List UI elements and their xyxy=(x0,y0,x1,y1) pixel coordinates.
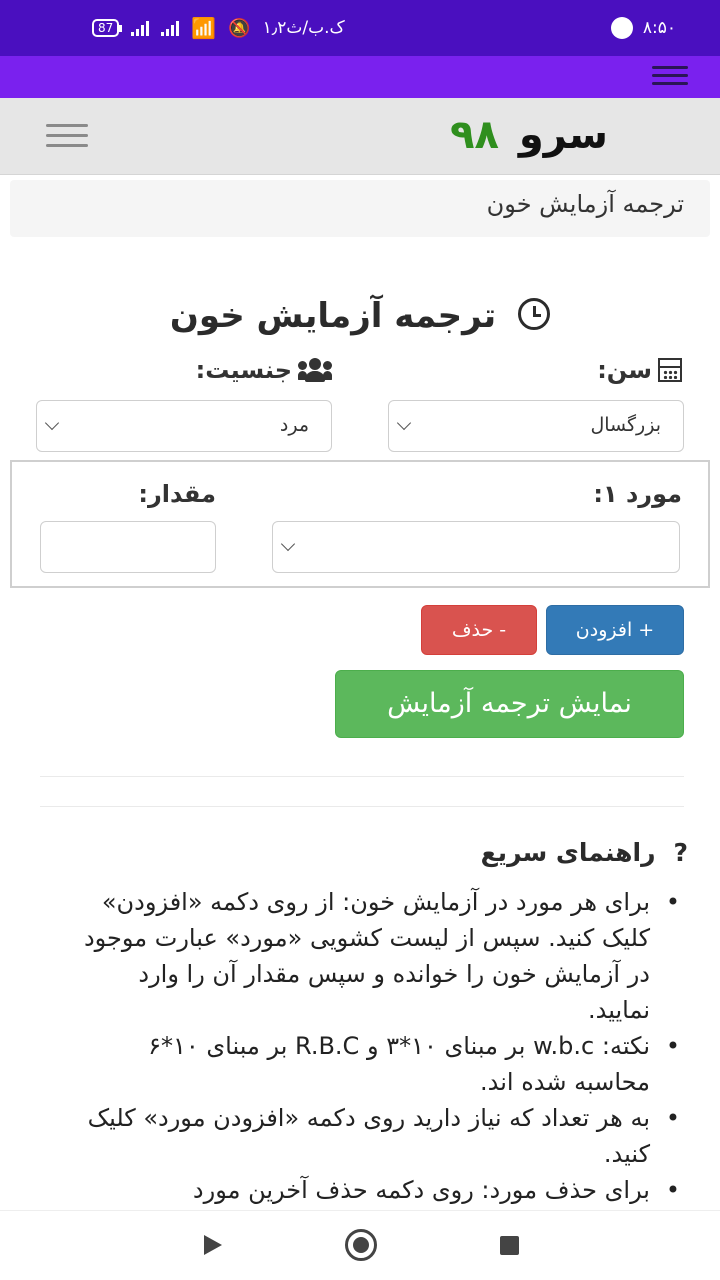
status-bar: 87 📶 🔕 ۱٫۲ک.ب/ث ۸:۵۰ xyxy=(0,0,720,56)
network-speed: ۱٫۲ک.ب/ث xyxy=(262,18,345,38)
item-label: مورد ۱: xyxy=(593,480,682,508)
clock-time: ۸:۵۰ xyxy=(642,18,676,38)
gender-label-text: جنسیت: xyxy=(195,356,292,384)
gender-select[interactable]: مرد xyxy=(36,400,332,452)
battery-level: 87 xyxy=(98,21,114,35)
site-logo[interactable]: سرو ۹۸ xyxy=(450,112,608,158)
age-select[interactable]: بزرگسال xyxy=(388,400,684,452)
calculator-icon xyxy=(658,358,682,382)
gender-label: جنسیت: xyxy=(196,356,332,384)
logo-number: ۹۸ xyxy=(450,112,499,158)
mute-icon: 🔕 xyxy=(228,17,251,39)
status-clock-area: ۸:۵۰ xyxy=(610,17,676,39)
guide-item: برای هر مورد در آزمایش خون: از روی دکمه … xyxy=(80,884,680,1028)
app-notification-icon xyxy=(610,17,633,39)
amount-input[interactable] xyxy=(40,521,216,573)
age-label: سن: xyxy=(597,356,682,384)
app-bar xyxy=(0,56,720,98)
delete-button[interactable]: - حذف xyxy=(421,605,537,655)
question-icon: ? xyxy=(673,838,688,867)
signal-icon-2 xyxy=(161,20,180,36)
divider xyxy=(40,776,684,777)
home-circle-icon[interactable] xyxy=(345,1229,377,1261)
recent-apps-square-icon[interactable] xyxy=(500,1236,519,1255)
chevron-down-icon xyxy=(44,415,60,431)
guide-list: برای هر مورد در آزمایش خون: از روی دکمه … xyxy=(80,884,680,1208)
amount-label: مقدار: xyxy=(138,480,216,508)
page-title: ترجمه آزمایش خون xyxy=(0,296,720,336)
guide-item: برای حذف مورد: روی دکمه حذف آخرین مورد xyxy=(80,1172,680,1208)
amount-label-text: مقدار: xyxy=(138,480,216,508)
age-select-value: بزرگسال xyxy=(590,414,661,436)
logo-text: سرو xyxy=(518,112,608,158)
site-menu-hamburger-icon[interactable] xyxy=(46,124,88,148)
divider xyxy=(40,806,684,807)
status-indicators: 87 📶 🔕 ۱٫۲ک.ب/ث xyxy=(92,16,345,40)
item-label-text: مورد ۱: xyxy=(593,480,682,508)
guide-title: ? راهنمای سریع xyxy=(481,838,688,867)
system-nav-bar xyxy=(0,1210,720,1280)
page-title-text: ترجمه آزمایش خون xyxy=(169,296,497,336)
signal-icon xyxy=(131,20,150,36)
wifi-icon: 📶 xyxy=(191,16,217,40)
guide-item: نکته: w.b.c بر مبنای ۱۰*۳ و R.B.C بر مبن… xyxy=(80,1028,680,1100)
breadcrumb: ترجمه آزمایش خون xyxy=(10,180,710,237)
age-label-text: سن: xyxy=(597,356,652,384)
site-header: سرو ۹۸ xyxy=(0,98,720,175)
guide-item: به هر تعداد که نیاز دارید روی دکمه «افزو… xyxy=(80,1100,680,1172)
back-triangle-icon[interactable] xyxy=(204,1235,222,1255)
breadcrumb-current: ترجمه آزمایش خون xyxy=(486,190,684,218)
chevron-down-icon xyxy=(396,415,412,431)
show-translation-button[interactable]: نمایش ترجمه آزمایش xyxy=(335,670,684,738)
guide-title-text: راهنمای سریع xyxy=(480,838,656,867)
users-icon xyxy=(298,358,332,382)
app-menu-hamburger-icon[interactable] xyxy=(652,66,688,88)
item-select[interactable] xyxy=(272,521,680,573)
battery-icon: 87 xyxy=(92,19,123,37)
add-button[interactable]: + افزودن xyxy=(546,605,684,655)
clock-icon xyxy=(518,297,551,330)
gender-select-value: مرد xyxy=(279,414,309,436)
chevron-down-icon xyxy=(280,536,296,552)
